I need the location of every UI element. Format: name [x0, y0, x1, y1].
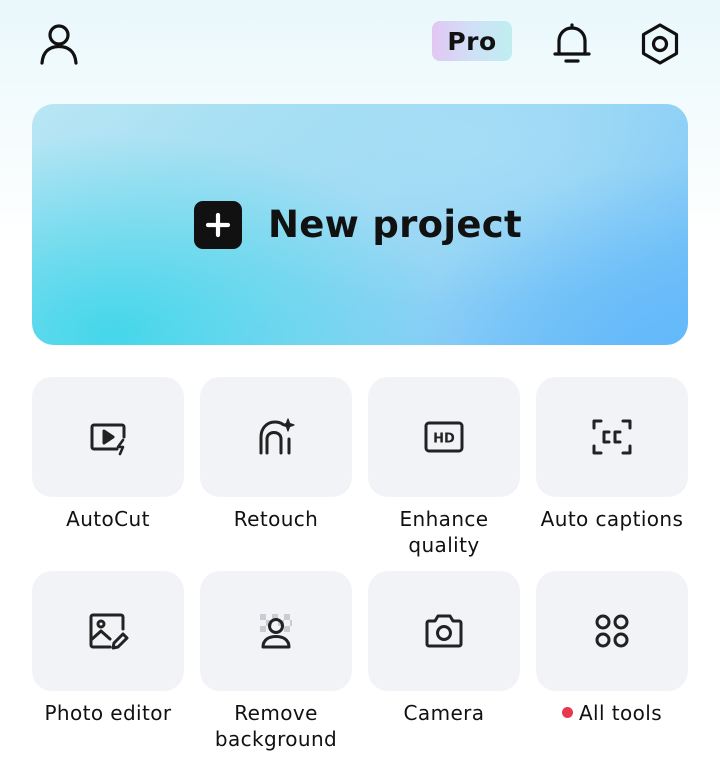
tool-retouch[interactable]	[200, 377, 352, 497]
settings-hexagon-icon	[641, 23, 679, 65]
tool-camera-label: Camera	[403, 701, 485, 725]
tool-autocut[interactable]	[32, 377, 184, 497]
tool-retouch-label: Retouch	[233, 507, 319, 531]
tool-enhance-quality-label-line1: Enhance	[399, 507, 489, 531]
remove-background-icon	[260, 614, 292, 649]
tool-remove-background-label-line1: Remove	[234, 701, 318, 725]
tool-enhance-quality-label-line2: quality	[408, 533, 480, 557]
camera-icon	[425, 614, 463, 648]
tool-all-tools-label-wrap: All tools	[528, 700, 696, 726]
tool-camera[interactable]	[368, 571, 520, 691]
bell-icon	[553, 23, 591, 63]
tool-all-tools-label: All tools	[578, 701, 663, 725]
face-sparkle-icon	[259, 418, 295, 455]
settings-button[interactable]	[636, 20, 684, 68]
top-bar: Pro	[0, 0, 720, 90]
new-project-label: New project	[268, 203, 522, 246]
user-icon	[40, 24, 78, 65]
plus-square-icon	[194, 200, 242, 249]
svg-text:HD: HD	[433, 432, 455, 447]
cc-icon	[592, 419, 632, 455]
tool-all-tools[interactable]	[536, 571, 688, 691]
new-project-card[interactable]: New project	[32, 104, 688, 345]
tool-photo-editor[interactable]	[32, 571, 184, 691]
hd-icon: HD	[424, 421, 464, 453]
four-circles-icon	[595, 614, 629, 648]
tool-remove-background[interactable]	[200, 571, 352, 691]
image-edit-icon	[89, 613, 129, 650]
tool-photo-editor-label: Photo editor	[44, 701, 172, 725]
tool-auto-captions[interactable]	[536, 377, 688, 497]
video-play-lightning-icon	[90, 423, 126, 456]
new-badge-dot	[561, 707, 573, 718]
tool-enhance-quality-label: Enhance quality	[360, 506, 528, 558]
notifications-button[interactable]	[548, 19, 596, 67]
tool-auto-captions-label: Auto captions	[540, 507, 684, 531]
profile-button[interactable]	[36, 20, 82, 66]
tool-autocut-label: AutoCut	[66, 507, 150, 531]
tool-remove-background-label-line2: background	[214, 727, 338, 751]
pro-badge[interactable]: Pro	[432, 21, 512, 61]
tool-remove-background-label: Remove background	[192, 700, 360, 752]
pro-badge-label: Pro	[447, 26, 497, 56]
tool-enhance-quality[interactable]: HD	[368, 377, 520, 497]
